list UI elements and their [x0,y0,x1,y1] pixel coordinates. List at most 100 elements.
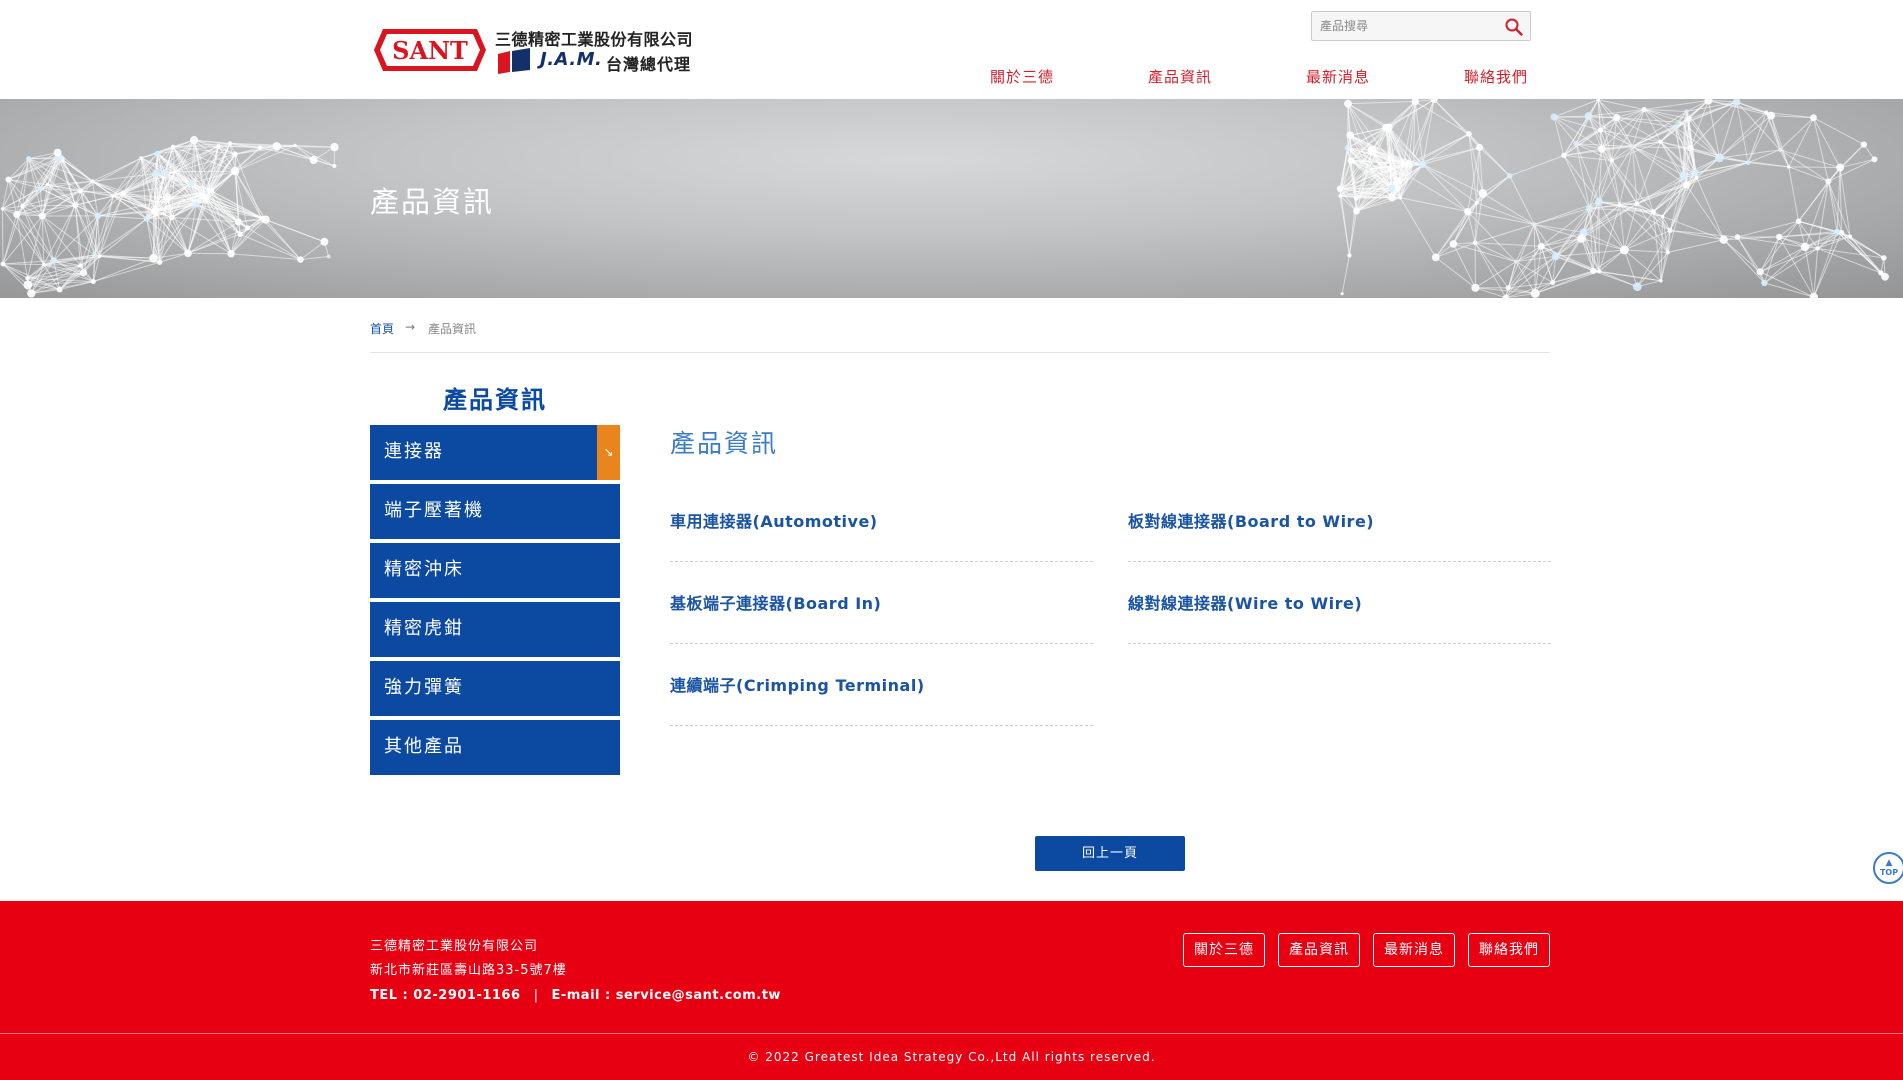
product-link-wire-to-wire[interactable]: 線對線連接器(Wire to Wire) [1128,590,1362,614]
network-node [120,190,126,197]
network-line [1452,243,1476,289]
network-node [150,208,156,213]
search-icon[interactable] [1504,17,1524,37]
network-node [1346,131,1355,140]
network-line [93,257,154,283]
network-node [139,156,144,160]
breadcrumb-home[interactable]: 首頁 [370,320,394,337]
network-node [1650,209,1656,215]
network-node [1734,234,1741,240]
search-input[interactable] [1312,12,1492,40]
sidebar-item-connector[interactable]: 連接器 ↘ [370,425,620,480]
network-node [1881,255,1887,261]
sidebar-item-other-products[interactable]: 其他產品 [370,720,620,775]
network-node [1407,174,1413,180]
footer-nav-contact[interactable]: 聯絡我們 [1468,933,1550,967]
network-node [1472,240,1478,246]
network-node [1809,292,1819,298]
network-node [204,190,208,195]
jam-flag-icon [498,48,530,74]
network-node [1401,162,1406,167]
network-node [1834,228,1841,235]
network-node [1745,160,1751,165]
network-node [1466,131,1472,137]
network-node [1881,272,1889,281]
product-link-automotive[interactable]: 車用連接器(Automotive) [670,508,878,532]
network-node [143,215,150,222]
nav-contact[interactable]: 聯絡我們 [1464,66,1528,87]
nav-news[interactable]: 最新消息 [1306,66,1370,87]
network-node [5,176,12,183]
network-node [1764,110,1769,115]
network-node [1506,173,1513,179]
network-line [1598,99,1645,110]
sidebar-item-precision-press[interactable]: 精密沖床 [370,543,620,598]
product-search [1311,11,1531,41]
network-node [1344,145,1351,151]
network-node [1691,169,1699,177]
network-node [1347,253,1352,258]
footer-email[interactable]: E-mail : service@sant.com.tw [551,988,780,1003]
network-node [1505,285,1511,291]
network-node [1431,253,1440,262]
network-line [261,217,301,260]
site-logo[interactable]: SANT 三德精密工業股份有限公司 J.A.M. 台灣總代理 [370,22,700,80]
network-node [1795,218,1802,225]
network-node [1550,113,1558,121]
network-node [90,179,95,184]
network-node [0,261,6,267]
network-line [1668,239,1724,253]
network-line [239,233,301,261]
network-node [1815,246,1820,251]
nav-about[interactable]: 關於三德 [990,66,1054,87]
network-node [1577,234,1586,243]
network-line [1452,211,1469,245]
network-node [1617,203,1622,207]
network-node [1343,99,1352,108]
network-line [22,204,76,207]
network-node [193,201,200,208]
network-node [156,259,163,265]
network-node [332,163,337,169]
network-line [1723,239,1765,284]
network-node [38,212,46,220]
back-button[interactable]: 回上一頁 [1035,836,1185,871]
product-link-crimping-terminal[interactable]: 連續端子(Crimping Terminal) [670,672,925,696]
network-node [1475,143,1484,152]
sidebar-item-label: 強力彈簧 [384,677,464,698]
network-node [1660,214,1665,219]
network-node [149,253,158,263]
network-node [1694,175,1699,180]
back-to-top-button[interactable]: ▲ TOP [1873,852,1903,884]
network-line [1719,157,1789,168]
network-node [1393,177,1402,185]
network-line [1599,270,1638,288]
product-link-board-to-wire[interactable]: 板對線連接器(Board to Wire) [1128,508,1374,532]
sidebar-item-crimping-machine[interactable]: 端子壓著機 [370,484,620,539]
network-node [1836,163,1845,172]
nav-products[interactable]: 產品資訊 [1148,66,1212,87]
product-item: 連續端子(Crimping Terminal) [670,656,1093,726]
network-line [187,227,248,254]
network-line [1685,184,1725,241]
network-line [1348,211,1358,256]
network-node [216,143,221,149]
product-link-board-in[interactable]: 基板端子連接器(Board In) [670,590,881,614]
network-node [172,170,177,174]
footer-nav-about[interactable]: 關於三德 [1183,933,1265,967]
network-line [1509,155,1565,177]
sidebar-item-label: 精密虎鉗 [384,618,464,639]
footer-nav-news[interactable]: 最新消息 [1373,933,1455,967]
network-line [1339,188,1350,256]
footer-copyright: © 2022 Greatest Idea Strategy Co.,Ltd Al… [747,1050,1156,1064]
network-node [23,280,33,290]
network-node [97,254,102,259]
sidebar-item-precision-vise[interactable]: 精密虎鉗 [370,602,620,657]
up-arrow-icon: ▲ [1885,858,1893,868]
network-line [1422,164,1477,204]
sidebar-item-springs[interactable]: 強力彈簧 [370,661,620,716]
sidebar-item-label: 端子壓著機 [384,500,484,521]
network-line [1812,117,1829,182]
network-line [1341,255,1350,294]
footer-nav-products[interactable]: 產品資訊 [1278,933,1360,967]
